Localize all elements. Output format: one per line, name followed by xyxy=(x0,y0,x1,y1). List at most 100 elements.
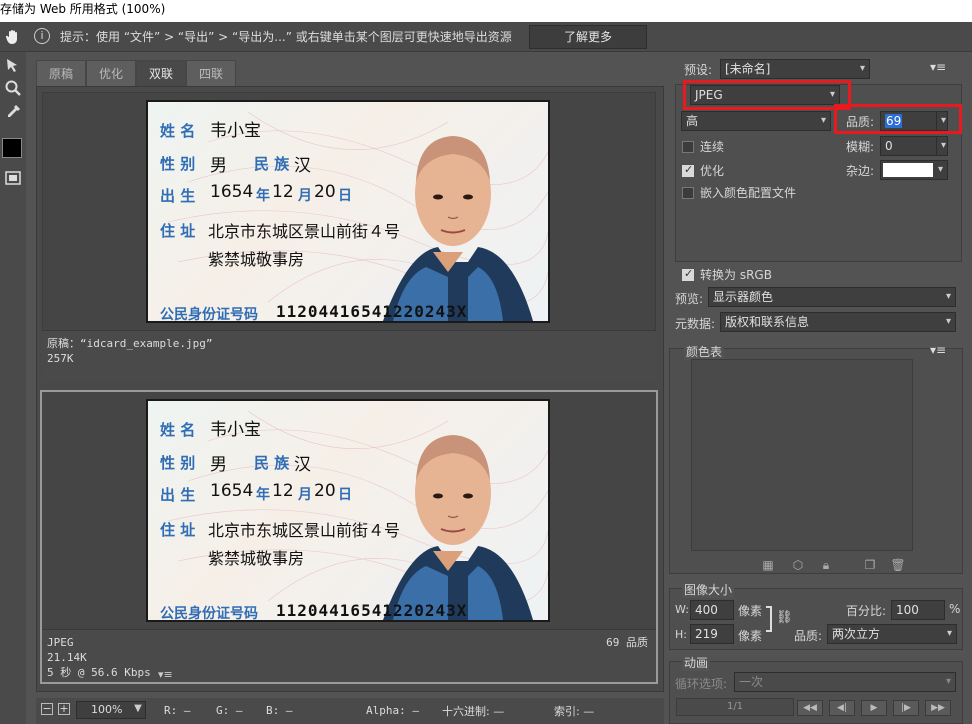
card-birth-month: 12 xyxy=(272,182,294,202)
metadata-select[interactable]: 版权和联系信息 ▾ xyxy=(720,312,956,332)
card-birth-label: 出 生 xyxy=(160,486,196,504)
tab-2-up[interactable]: 双联 xyxy=(136,60,187,86)
percent-label: 百分比: xyxy=(846,604,887,618)
readout-index: 索引: — xyxy=(554,705,595,718)
embed-profile-checkbox[interactable] xyxy=(682,185,694,199)
original-file-size: 257K xyxy=(47,352,74,365)
progressive-checkbox[interactable] xyxy=(682,139,694,153)
progressive-check-box[interactable] xyxy=(682,140,694,153)
window-title: 存储为 Web 所用格式 (100%) xyxy=(0,0,972,22)
color-table-title: 颜色表 xyxy=(684,343,725,360)
zoom-tool-icon[interactable] xyxy=(1,76,25,100)
toolbox xyxy=(0,52,26,724)
first-frame-icon[interactable]: ◀◀ xyxy=(797,700,823,716)
card-sex: 男 xyxy=(210,455,227,475)
chevron-down-icon: ▾ xyxy=(937,164,943,175)
chevron-down-icon: ▾ xyxy=(859,63,865,74)
toggle-slices-icon[interactable] xyxy=(1,166,25,190)
preset-label: 预设: xyxy=(684,63,713,77)
height-field[interactable]: 219 xyxy=(690,624,734,644)
card-month-unit: 月 xyxy=(298,188,312,204)
optimized-check-box[interactable] xyxy=(682,163,694,177)
color-table-menu-icon[interactable]: ▾≡ xyxy=(930,343,946,357)
card-birth-year: 1654 xyxy=(210,182,254,202)
constrain-bracket xyxy=(766,606,772,632)
preset-select[interactable]: [未命名] ▾ xyxy=(720,59,870,79)
previous-frame-icon[interactable]: ◀| xyxy=(829,700,855,716)
progressive-label: 连续 xyxy=(700,140,725,154)
card-year-unit: 年 xyxy=(256,188,270,204)
preview-label: 预览: xyxy=(675,292,704,306)
card-name: 韦小宝 xyxy=(210,420,261,440)
chevron-down-icon: ▾ xyxy=(946,628,952,639)
card-address-line1: 北京市东城区景山前街４号 xyxy=(208,222,401,241)
matte-color-select[interactable]: ▾ xyxy=(880,160,948,180)
settings-menu-icon[interactable]: ▾≡ xyxy=(930,60,946,74)
view-tabs: 原稿 优化 双联 四联 xyxy=(36,60,237,86)
embed-profile-check-box[interactable] xyxy=(682,186,694,199)
card-address-line2: 紫禁城敬事房 xyxy=(208,549,305,568)
play-icon[interactable]: ▶ xyxy=(861,700,887,716)
chevron-down-icon: ▾ xyxy=(945,316,951,327)
width-value: 400 xyxy=(695,603,718,617)
optimized-info-panel: JPEG 21.14K 5 秒 @ 56.6 Kbps ▾≡ 69 品质 xyxy=(42,629,656,682)
resample-quality-select[interactable]: 两次立方 ▾ xyxy=(827,624,957,644)
slice-select-tool-icon[interactable] xyxy=(1,54,25,78)
metadata-value: 版权和联系信息 xyxy=(725,315,810,329)
tip-text: 提示：使用 “文件” > “导出” > “导出为...” 或右键单击某个图层可更… xyxy=(60,30,512,44)
card-name: 韦小宝 xyxy=(210,121,261,141)
loop-options-label: 循环选项: xyxy=(675,677,728,691)
hand-tool-icon[interactable] xyxy=(1,25,25,49)
card-id-label: 公民身份证号码 xyxy=(160,606,258,622)
link-chain-icon[interactable]: ⛓︎ xyxy=(776,610,793,625)
card-day-unit: 日 xyxy=(338,188,352,204)
loop-options-select[interactable]: 一次 ▾ xyxy=(734,672,956,692)
optimized-quality: 69 品质 xyxy=(606,636,648,649)
learn-more-button[interactable]: 了解更多 xyxy=(529,25,647,49)
percent-field[interactable]: 100 xyxy=(891,600,945,620)
eyedropper-color-swatch[interactable] xyxy=(2,138,22,158)
map-transparent-icon[interactable]: ▦ xyxy=(758,556,778,574)
card-day-unit: 日 xyxy=(338,487,352,503)
readout-hex: 十六进制: — xyxy=(442,705,505,718)
convert-srgb-label: 转换为 sRGB xyxy=(700,268,772,282)
readout-r: R: — xyxy=(164,704,191,717)
quality-level-select[interactable]: 高 ▾ xyxy=(681,111,831,131)
eyedropper-tool-icon[interactable] xyxy=(1,100,25,124)
optimized-checkbox[interactable] xyxy=(682,163,694,177)
height-value: 219 xyxy=(695,627,718,641)
delete-color-icon[interactable]: 🗑︎ xyxy=(888,556,908,574)
preview-select[interactable]: 显示器颜色 ▾ xyxy=(708,287,956,307)
tab-4-up[interactable]: 四联 xyxy=(186,60,237,86)
height-unit: 像素 xyxy=(738,629,763,643)
card-name-label: 姓 名 xyxy=(160,122,196,140)
card-birth-month: 12 xyxy=(272,481,294,501)
original-info-panel: 原稿：“idcard_example.jpg” 257K xyxy=(42,330,656,382)
image-size-title: 图像大小 xyxy=(682,581,735,598)
zoom-dropdown-chevron-icon[interactable]: ▼ xyxy=(130,701,146,719)
zoom-level: 100% xyxy=(91,703,123,716)
quality-highlight-box xyxy=(834,104,962,134)
web-snap-cube-icon[interactable]: ⬡ xyxy=(788,556,808,574)
next-frame-icon[interactable]: |▶ xyxy=(893,700,919,716)
height-label: H: xyxy=(675,628,687,641)
chevron-down-icon: ▾ xyxy=(820,115,826,126)
card-address-label: 住 址 xyxy=(160,222,196,240)
convert-srgb-check-box[interactable] xyxy=(682,267,694,281)
original-filename: 原稿：“idcard_example.jpg” xyxy=(47,337,213,350)
new-color-icon[interactable]: ❐ xyxy=(860,556,880,574)
embed-profile-label: 嵌入颜色配置文件 xyxy=(700,186,797,200)
blur-field[interactable]: 0 ▾ xyxy=(880,136,948,156)
readout-b: B: — xyxy=(266,704,293,717)
width-field[interactable]: 400 xyxy=(690,600,734,620)
zoom-out-icon[interactable]: − xyxy=(41,703,53,715)
card-ethnic: 汉 xyxy=(294,455,311,475)
tab-optimized[interactable]: 优化 xyxy=(86,60,137,86)
tab-original[interactable]: 原稿 xyxy=(36,60,87,86)
zoom-in-icon[interactable]: + xyxy=(58,703,70,715)
last-frame-icon[interactable]: ▶▶ xyxy=(925,700,951,716)
card-ethnic: 汉 xyxy=(294,156,311,176)
download-speed-menu-icon[interactable]: ▾≡ xyxy=(158,668,173,681)
lock-color-icon[interactable]: 🔒︎ xyxy=(816,556,836,574)
convert-srgb-checkbox[interactable] xyxy=(682,267,694,281)
